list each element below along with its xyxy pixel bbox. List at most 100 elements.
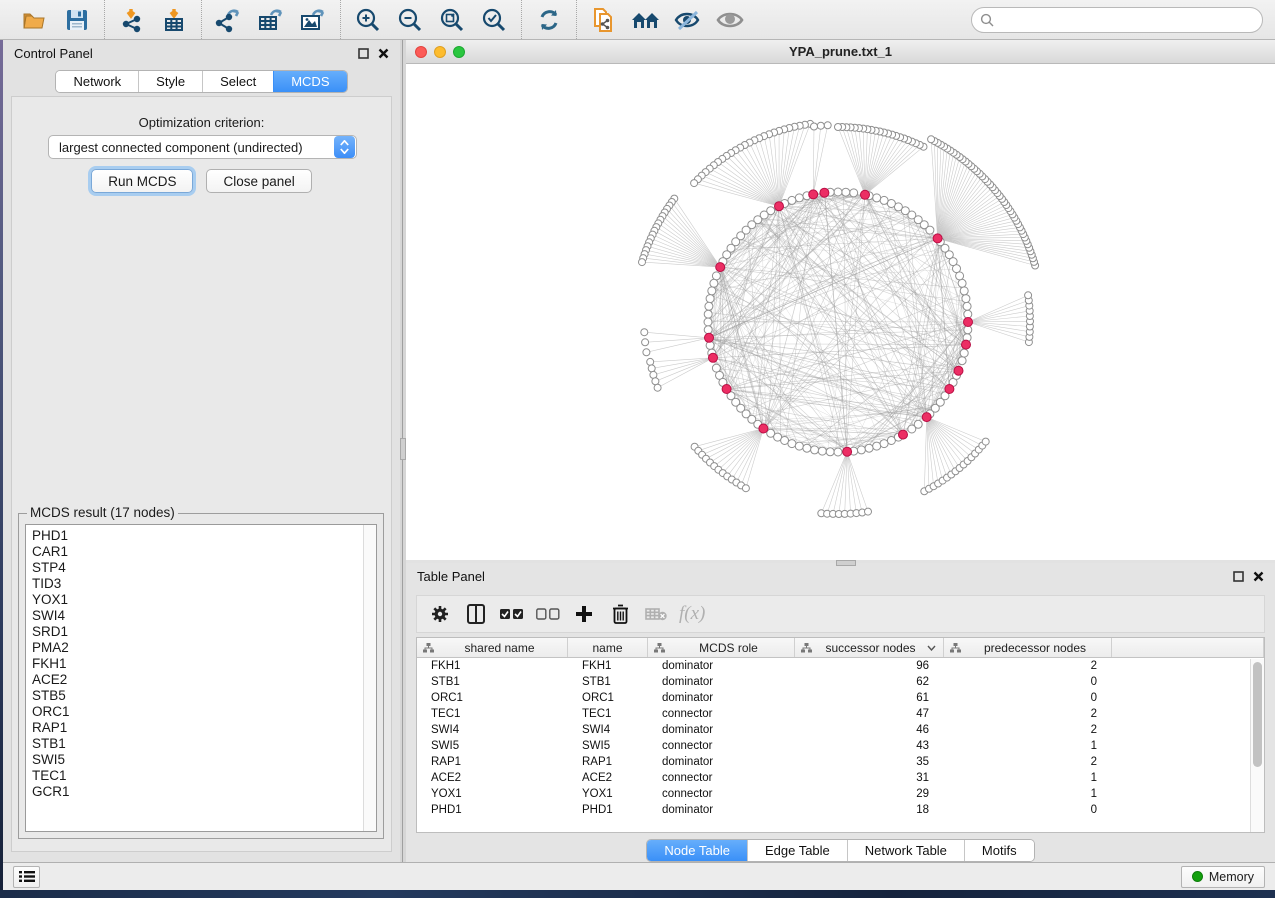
graph-node[interactable] xyxy=(712,272,720,280)
graph-node[interactable] xyxy=(712,364,720,372)
hide-panel-button[interactable] xyxy=(667,4,709,36)
graph-hub-node[interactable] xyxy=(705,333,714,342)
graph-node[interactable] xyxy=(857,446,865,454)
column-header-name[interactable]: name xyxy=(568,638,648,657)
table-row[interactable]: PHD1PHD1dominator180 xyxy=(417,802,1264,818)
graph-hub-node[interactable] xyxy=(899,430,908,439)
graph-node[interactable] xyxy=(781,437,789,445)
mcds-result-item[interactable]: ACE2 xyxy=(32,672,363,688)
mcds-result-item[interactable]: PHD1 xyxy=(32,528,363,544)
mcds-result-item[interactable]: STB1 xyxy=(32,736,363,752)
show-panel-button[interactable] xyxy=(709,4,751,36)
graph-node[interactable] xyxy=(880,196,888,204)
zoom-selected-button[interactable] xyxy=(473,4,515,36)
graph-node[interactable] xyxy=(706,295,714,303)
column-header-successor-nodes[interactable]: successor nodes xyxy=(795,638,944,657)
graph-node[interactable] xyxy=(962,295,970,303)
graph-node[interactable] xyxy=(710,279,718,287)
duplicate-network-button[interactable] xyxy=(583,4,625,36)
zoom-fit-button[interactable] xyxy=(431,4,473,36)
graph-hub-node[interactable] xyxy=(759,424,768,433)
graph-leaf-node[interactable] xyxy=(982,438,989,445)
create-column-button[interactable] xyxy=(571,601,597,627)
graph-leaf-node[interactable] xyxy=(648,365,655,372)
table-tab-edge-table[interactable]: Edge Table xyxy=(747,840,847,861)
graph-node[interactable] xyxy=(704,318,712,326)
graph-hub-node[interactable] xyxy=(775,202,784,211)
graph-leaf-node[interactable] xyxy=(742,485,749,492)
table-tab-node-table[interactable]: Node Table xyxy=(647,840,747,861)
graph-hub-node[interactable] xyxy=(861,190,870,199)
import-network-button[interactable] xyxy=(111,4,153,36)
open-file-button[interactable] xyxy=(14,4,56,36)
graph-node[interactable] xyxy=(834,188,842,196)
mcds-result-item[interactable]: SRD1 xyxy=(32,624,363,640)
table-settings-button[interactable] xyxy=(427,601,453,627)
graph-leaf-node[interactable] xyxy=(817,122,824,129)
select-all-button[interactable] xyxy=(499,601,525,627)
graph-node[interactable] xyxy=(880,440,888,448)
tab-style[interactable]: Style xyxy=(138,71,202,92)
graph-node[interactable] xyxy=(958,279,966,287)
mcds-result-list[interactable]: PHD1CAR1STP4TID3YOX1SWI4SRD1PMA2FKH1ACE2… xyxy=(25,524,377,832)
graph-node[interactable] xyxy=(873,194,881,202)
close-table-panel-icon[interactable] xyxy=(1253,571,1264,582)
table-row[interactable]: ACE2ACE2connector311 xyxy=(417,770,1264,786)
mcds-result-item[interactable]: GCR1 xyxy=(32,784,363,800)
graph-hub-node[interactable] xyxy=(820,188,829,197)
graph-node[interactable] xyxy=(960,349,968,357)
graph-hub-node[interactable] xyxy=(709,353,718,362)
mcds-result-item[interactable]: PMA2 xyxy=(32,640,363,656)
home-button[interactable] xyxy=(625,4,667,36)
graph-node[interactable] xyxy=(914,420,922,428)
graph-node[interactable] xyxy=(788,196,796,204)
export-image-button[interactable] xyxy=(292,4,334,36)
tab-mcds[interactable]: MCDS xyxy=(273,71,346,92)
zoom-in-button[interactable] xyxy=(347,4,389,36)
graph-node[interactable] xyxy=(826,448,834,456)
table-row[interactable]: ORC1ORC1dominator610 xyxy=(417,690,1264,706)
graph-hub-node[interactable] xyxy=(809,190,818,199)
graph-node[interactable] xyxy=(705,302,713,310)
graph-node[interactable] xyxy=(887,200,895,208)
graph-hub-node[interactable] xyxy=(933,234,942,243)
graph-hub-node[interactable] xyxy=(843,447,852,456)
graph-node[interactable] xyxy=(865,444,873,452)
close-panel-button[interactable]: Close panel xyxy=(206,169,311,193)
optimization-criterion-dropdown[interactable]: largest connected component (undirected) xyxy=(48,135,357,159)
graph-leaf-node[interactable] xyxy=(811,123,818,130)
mcds-result-item[interactable]: CAR1 xyxy=(32,544,363,560)
graph-node[interactable] xyxy=(803,444,811,452)
graph-node[interactable] xyxy=(704,310,712,318)
graph-node[interactable] xyxy=(964,326,972,334)
graph-leaf-node[interactable] xyxy=(642,339,649,346)
graph-node[interactable] xyxy=(873,442,881,450)
graph-node[interactable] xyxy=(958,357,966,365)
graph-node[interactable] xyxy=(964,310,972,318)
graph-node[interactable] xyxy=(842,188,850,196)
graph-hub-node[interactable] xyxy=(945,385,954,394)
search-input[interactable] xyxy=(999,12,1254,27)
graph-node[interactable] xyxy=(795,442,803,450)
graph-leaf-node[interactable] xyxy=(641,329,648,336)
memory-button[interactable]: Memory xyxy=(1181,866,1265,888)
graph-node[interactable] xyxy=(850,189,858,197)
mcds-list-scrollbar[interactable] xyxy=(363,525,376,831)
export-network-button[interactable] xyxy=(208,4,250,36)
search-box[interactable] xyxy=(971,7,1263,33)
graph-node[interactable] xyxy=(956,272,964,280)
mcds-result-item[interactable]: TEC1 xyxy=(32,768,363,784)
unselect-all-button[interactable] xyxy=(535,601,561,627)
graph-leaf-node[interactable] xyxy=(865,508,872,515)
task-history-button[interactable] xyxy=(13,866,40,888)
graph-hub-node[interactable] xyxy=(922,413,931,422)
mcds-result-item[interactable]: YOX1 xyxy=(32,592,363,608)
float-panel-icon[interactable] xyxy=(358,48,369,59)
graph-leaf-node[interactable] xyxy=(824,122,831,129)
graph-leaf-node[interactable] xyxy=(691,180,698,187)
network-canvas[interactable] xyxy=(406,64,1275,559)
graph-leaf-node[interactable] xyxy=(835,124,842,131)
close-panel-icon[interactable] xyxy=(378,48,389,59)
graph-hub-node[interactable] xyxy=(964,318,973,327)
table-row[interactable]: TEC1TEC1connector472 xyxy=(417,706,1264,722)
